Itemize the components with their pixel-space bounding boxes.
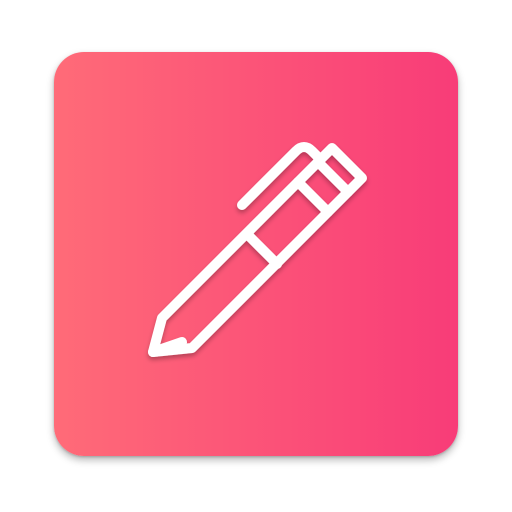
canvas	[0, 0, 512, 512]
pen-grip-band	[242, 229, 282, 269]
pen-icon	[148, 142, 367, 357]
app-icon[interactable]	[54, 52, 458, 456]
